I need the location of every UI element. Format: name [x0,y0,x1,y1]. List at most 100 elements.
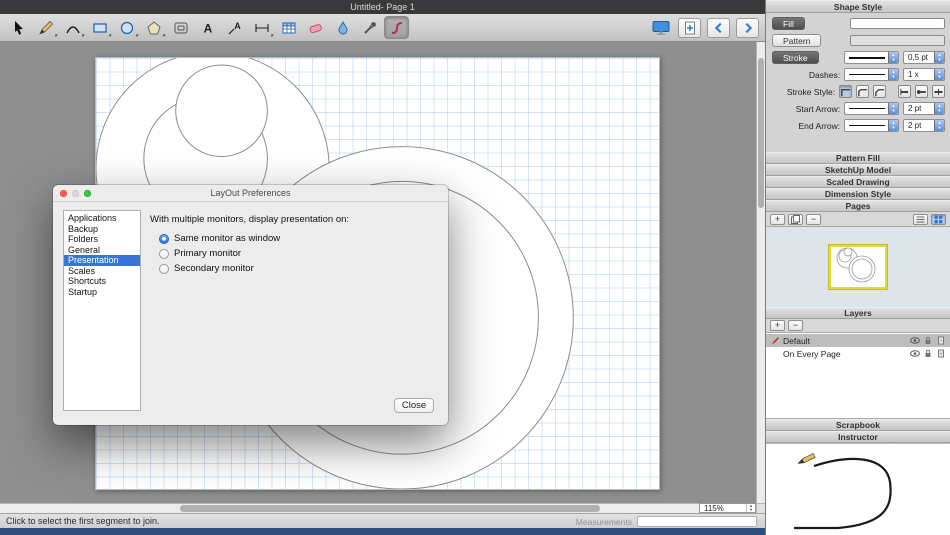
svg-text:A: A [203,21,212,35]
start-presentation-button[interactable] [649,18,672,38]
panel-header-scrapbook[interactable]: Scrapbook [766,419,950,431]
radio-icon[interactable] [159,249,169,259]
pages-thumbnail-area[interactable] [766,227,950,307]
butt-cap-button[interactable] [898,85,911,98]
panel-header-layers[interactable]: Layers [766,307,950,319]
panel-header-pattern-fill[interactable]: Pattern Fill [766,152,950,164]
dimension-tool[interactable]: ▾ [249,16,274,39]
eraser-tool[interactable] [303,16,328,39]
stroke-width-combo[interactable]: 0,5 pt ▲▼ [903,51,945,64]
stepper-icon[interactable]: ▲▼ [934,103,944,114]
stepper-icon[interactable]: ▲▼ [934,52,944,63]
layer-lock-icon[interactable] [923,349,933,359]
stroke-button[interactable]: Stroke [772,51,819,64]
add-page-button[interactable] [678,18,701,38]
vertical-scrollbar[interactable] [756,42,765,503]
join-tool[interactable] [384,16,409,39]
end-arrow-combo[interactable]: ▲▼ [844,119,899,132]
stepper-icon[interactable]: ▲▼ [888,120,898,131]
table-tool[interactable] [276,16,301,39]
panel-header-scaled-drawing[interactable]: Scaled Drawing [766,176,950,188]
horizontal-scrollbar[interactable] [0,503,699,513]
pref-item-general[interactable]: General [64,245,140,256]
next-page-button[interactable] [736,18,759,38]
pref-item-startup[interactable]: Startup [64,287,140,298]
miter-join-button[interactable] [839,85,852,98]
select-tool[interactable] [6,16,31,39]
close-window-icon[interactable] [60,190,67,197]
stepper-icon[interactable]: ▲▼ [934,120,944,131]
previous-page-button[interactable] [707,18,730,38]
panel-header-sketchup-model[interactable]: SketchUp Model [766,164,950,176]
pref-item-folders[interactable]: Folders [64,234,140,245]
radio-row-primary-monitor[interactable]: Primary monitor [159,248,438,259]
page-thumbnail-selected[interactable] [829,245,887,289]
panel-header-shape-style[interactable]: Shape Style [766,0,950,13]
text-tool[interactable]: A [195,16,220,39]
close-button[interactable]: Close [394,398,434,413]
dash-pattern-combo[interactable]: ▲▼ [844,68,899,81]
radio-icon[interactable] [159,264,169,274]
pages-list-view-icon[interactable] [913,214,928,225]
duplicate-page-icon[interactable] [788,214,803,225]
panel-header-pages[interactable]: Pages [766,200,950,212]
pref-item-scales[interactable]: Scales [64,266,140,277]
layer-lock-icon[interactable] [923,336,933,346]
pattern-swatch[interactable] [850,35,945,46]
fill-color-swatch[interactable] [850,18,945,29]
pref-item-applications[interactable]: Applications [64,213,140,224]
measurements-field[interactable] [637,516,757,527]
layer-row-on-every-page[interactable]: On Every Page [766,347,950,360]
round-join-button[interactable] [856,85,869,98]
rectangle-tool[interactable]: ▾ [87,16,112,39]
line-pencil-tool[interactable]: ▾ [33,16,58,39]
layer-visibility-icon[interactable] [910,336,920,346]
remove-layer-icon[interactable]: − [788,320,803,331]
layer-visibility-icon[interactable] [910,349,920,359]
projecting-cap-button[interactable] [932,85,945,98]
polygon-tool[interactable]: ▾ [141,16,166,39]
minimize-window-icon[interactable] [72,190,79,197]
pages-grid-view-icon[interactable] [931,214,946,225]
pref-item-backup[interactable]: Backup [64,224,140,235]
zoom-window-icon[interactable] [84,190,91,197]
round-cap-button[interactable] [915,85,928,98]
layer-share-icon[interactable] [936,349,946,359]
dialog-titlebar[interactable]: LayOut Preferences [53,185,448,202]
pref-item-shortcuts[interactable]: Shortcuts [64,276,140,287]
pattern-row: Pattern [772,32,945,49]
dash-scale-combo[interactable]: 1 x ▲▼ [903,68,945,81]
start-arrow-size-combo[interactable]: 2 pt ▲▼ [903,102,945,115]
vertical-scroll-thumb[interactable] [758,58,764,208]
circle-tool[interactable]: ▾ [114,16,139,39]
eyedropper-tool[interactable] [357,16,382,39]
horizontal-scroll-thumb[interactable] [180,505,600,512]
stepper-icon[interactable]: ▲▼ [934,69,944,80]
add-page-icon[interactable]: + [770,214,785,225]
arc-tool[interactable]: ▾ [60,16,85,39]
pattern-button[interactable]: Pattern [772,34,821,47]
stepper-icon[interactable]: ▲▼ [888,103,898,114]
radio-row-same-monitor[interactable]: Same monitor as window [159,233,438,244]
label-tool[interactable]: A [222,16,247,39]
fill-button[interactable]: Fill [772,17,805,30]
start-arrow-combo[interactable]: ▲▼ [844,102,899,115]
panel-header-dimension-style[interactable]: Dimension Style [766,188,950,200]
layer-row-default[interactable]: Default [766,334,950,347]
radio-row-secondary-monitor[interactable]: Secondary monitor [159,263,438,274]
end-arrow-size-combo[interactable]: 2 pt ▲▼ [903,119,945,132]
pref-item-presentation[interactable]: Presentation [64,255,140,266]
remove-page-icon[interactable]: − [806,214,821,225]
style-tool[interactable] [330,16,355,39]
add-layer-icon[interactable]: + [770,320,785,331]
zoom-control[interactable]: 115% ▲▼ [699,503,756,513]
zoom-stepper-icon[interactable]: ▲▼ [746,504,755,512]
layer-share-icon[interactable] [936,336,946,346]
radio-selected-icon[interactable] [159,234,169,244]
stepper-icon[interactable]: ▲▼ [888,69,898,80]
offset-tool[interactable] [168,16,193,39]
stepper-icon[interactable]: ▲▼ [888,52,898,63]
stroke-color-combo[interactable]: ▲▼ [844,51,899,64]
bevel-join-button[interactable] [873,85,886,98]
panel-header-instructor[interactable]: Instructor [766,431,950,443]
